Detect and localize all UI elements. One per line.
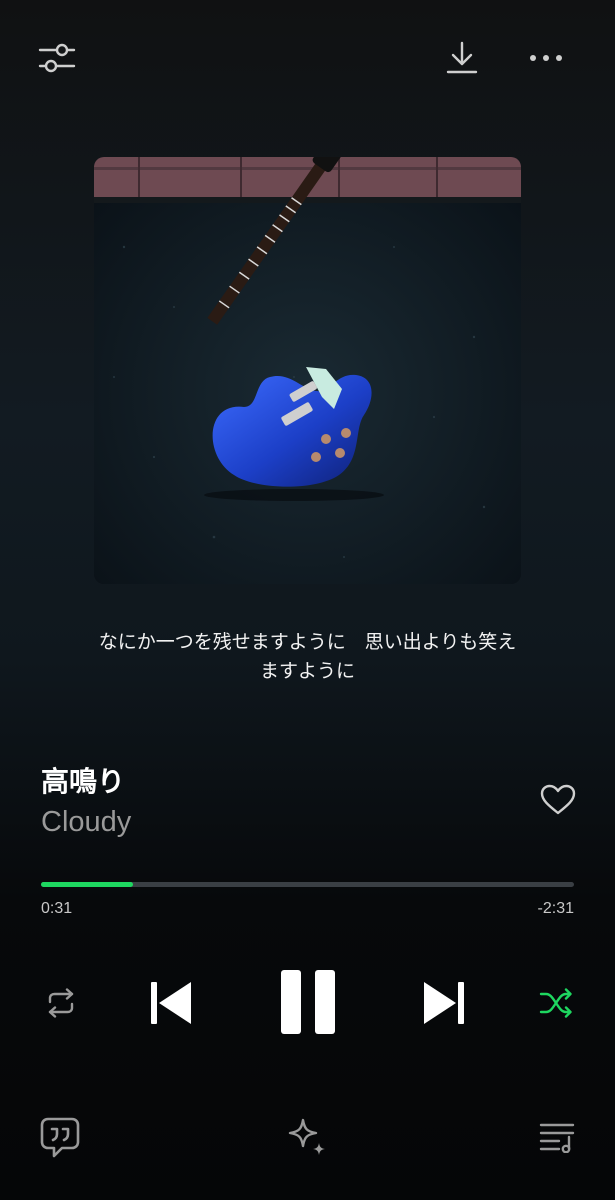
skip-next-icon — [424, 982, 464, 1024]
elapsed-time: 0:31 — [41, 900, 73, 917]
equalizer-settings-button[interactable] — [32, 36, 82, 80]
download-icon — [446, 41, 478, 74]
lyrics-current-line[interactable]: なにか一つを残せますように 思い出よりも笑え ますように — [40, 628, 575, 686]
heart-icon — [540, 784, 576, 815]
artist-name[interactable]: Cloudy — [41, 806, 131, 839]
more-options-button[interactable] — [522, 36, 570, 80]
sparkle-icon — [288, 1118, 325, 1155]
repeat-icon — [48, 988, 74, 1018]
pause-button[interactable] — [272, 966, 344, 1038]
song-title: 高鳴り — [41, 765, 126, 798]
remaining-time: -2:31 — [537, 900, 574, 917]
queue-icon — [539, 1123, 575, 1153]
lyrics-button[interactable] — [36, 1113, 84, 1161]
top-bar — [0, 0, 615, 120]
download-button[interactable] — [440, 36, 484, 80]
next-track-button[interactable] — [416, 975, 472, 1031]
pause-icon — [281, 970, 335, 1034]
more-horizontal-icon — [530, 55, 562, 61]
shuffle-icon — [539, 988, 572, 1018]
shuffle-button[interactable] — [533, 982, 579, 1024]
repeat-button[interactable] — [38, 982, 84, 1024]
like-button[interactable] — [536, 778, 580, 822]
ai-sparkle-button[interactable] — [282, 1113, 332, 1161]
progress-fill — [41, 882, 134, 887]
previous-track-button[interactable] — [143, 975, 199, 1031]
lyrics-quote-icon — [40, 1117, 80, 1158]
album-cover-image — [94, 157, 521, 584]
progress-bar[interactable] — [41, 882, 574, 887]
sliders-icon — [38, 43, 76, 73]
queue-button[interactable] — [534, 1116, 580, 1158]
skip-previous-icon — [151, 982, 191, 1024]
